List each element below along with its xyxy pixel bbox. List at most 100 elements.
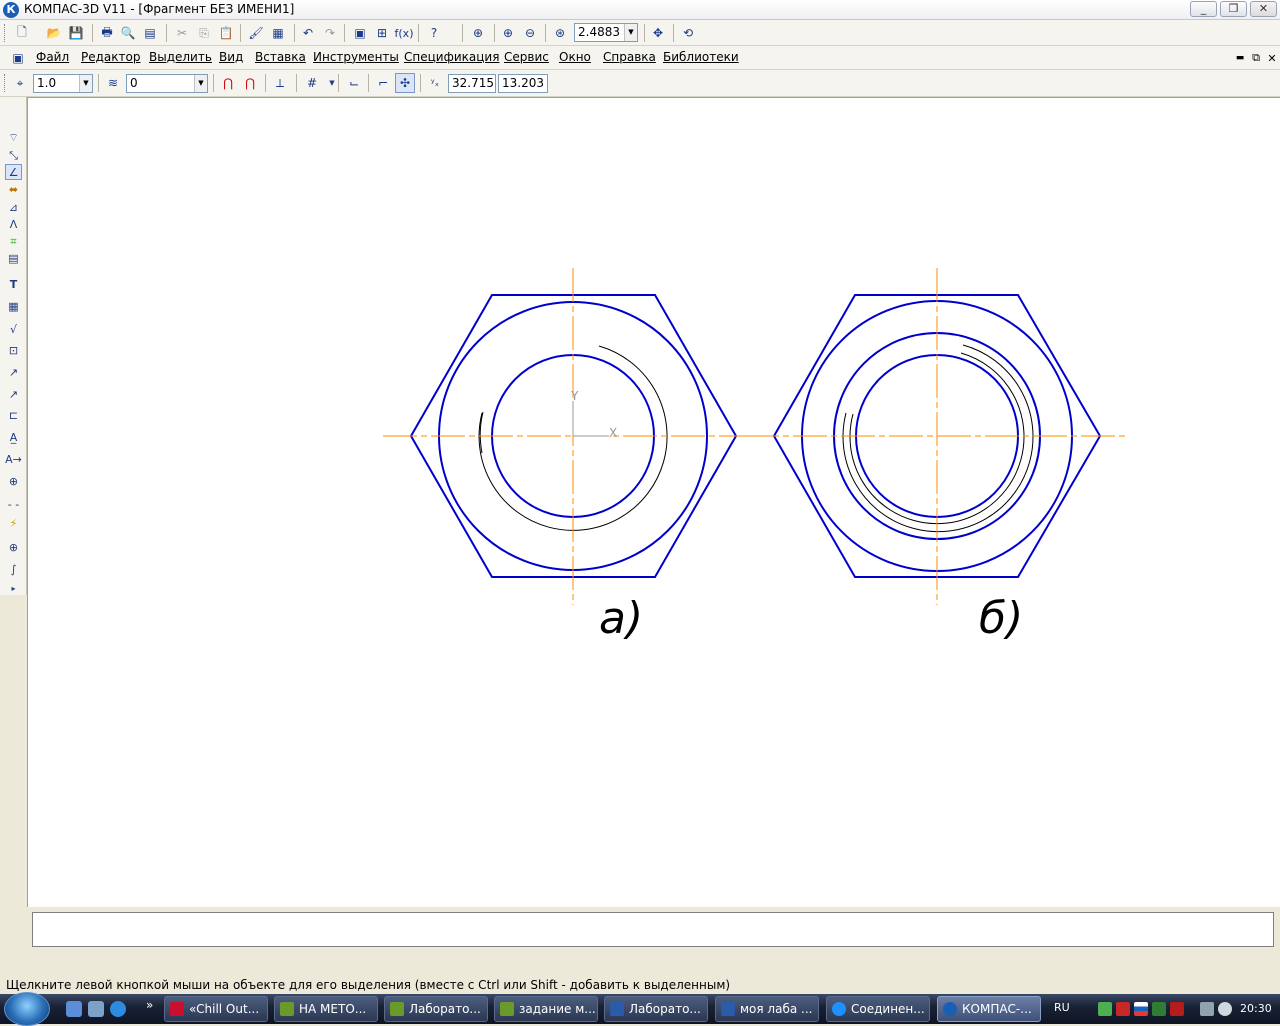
open-folder-icon[interactable]: 📂 <box>44 23 64 43</box>
snap-magnet-icon[interactable]: ⋂ <box>218 73 238 93</box>
layer-combo[interactable]: 0 ▼ <box>126 74 208 93</box>
menu-libraries[interactable]: Библиотеки <box>663 50 739 64</box>
taskbar-item-na-meto[interactable]: НА МЕТО... <box>274 996 378 1022</box>
cursor-y-field[interactable]: 13.203 <box>498 74 548 93</box>
base-icon[interactable]: ⊡ <box>5 343 22 359</box>
zoom-combo[interactable]: 2.4883 ▼ <box>574 23 638 42</box>
internet-explorer-icon[interactable] <box>110 1001 126 1017</box>
menu-tools[interactable]: Инструменты <box>313 50 399 64</box>
taskbar-item-labs-doc[interactable]: Лаборато... <box>604 996 708 1022</box>
view-arrow-icon[interactable]: A→ <box>5 452 22 468</box>
grid-step-icon[interactable]: ⌖ <box>10 73 30 93</box>
new-document-icon[interactable]: 🗋 <box>12 23 32 43</box>
network-status-icon[interactable] <box>1200 1002 1214 1016</box>
maximize-button[interactable]: ❐ <box>1220 1 1247 17</box>
menu-select[interactable]: Выделить <box>149 50 212 64</box>
parametrization-icon[interactable]: ∠ <box>5 164 22 180</box>
start-button[interactable] <box>4 992 50 1026</box>
zoom-out-icon[interactable]: ⊖ <box>520 23 540 43</box>
text-icon[interactable]: T <box>5 277 22 293</box>
print-icon[interactable]: 🖶 <box>97 23 117 43</box>
select-icon[interactable]: ⌗ <box>5 234 22 250</box>
variables-icon[interactable]: f(x) <box>394 23 414 43</box>
taskbar-item-labs-folder[interactable]: Лаборато... <box>384 996 488 1022</box>
language-indicator[interactable]: RU <box>1054 1001 1070 1014</box>
nut-a[interactable] <box>383 268 765 605</box>
toolbar-grip[interactable] <box>4 24 7 42</box>
drawing-canvas[interactable]: X Y а) б) <box>27 97 1280 907</box>
refresh-icon[interactable]: ⟲ <box>678 23 698 43</box>
copy-icon[interactable]: ⎘ <box>194 23 214 43</box>
menu-edit[interactable]: Редактор <box>81 50 140 64</box>
menu-view[interactable]: Вид <box>219 50 243 64</box>
menu-specification[interactable]: Спецификация <box>404 50 499 64</box>
layers-icon[interactable]: ≋ <box>103 73 123 93</box>
taskbar-item-zadanie[interactable]: задание м... <box>494 996 598 1022</box>
kompas-app-icon[interactable]: К <box>3 2 19 18</box>
grid-icon[interactable]: # <box>302 73 322 93</box>
cut-line-icon[interactable]: A̲ <box>5 430 22 446</box>
document-icon[interactable]: ▣ <box>8 48 28 68</box>
manager-icon[interactable]: ▣ <box>350 23 370 43</box>
chevron-down-icon[interactable]: ▼ <box>79 75 92 92</box>
properties-field[interactable] <box>32 912 1274 947</box>
centerline-icon[interactable]: ⊕ <box>5 540 22 556</box>
ortho-mode-icon[interactable]: ⌐ <box>373 73 393 93</box>
nut-b[interactable] <box>745 268 1129 605</box>
menu-help[interactable]: Справка <box>603 50 656 64</box>
taskbar-item-soedinen[interactable]: Соединен... <box>826 996 930 1022</box>
doc-close-button[interactable]: ✕ <box>1262 48 1280 68</box>
step-combo[interactable]: 1.0 ▼ <box>33 74 93 93</box>
quicklaunch-overflow[interactable]: » <box>146 998 153 1012</box>
menu-file[interactable]: Файл <box>36 50 69 64</box>
redo-icon[interactable]: ↷ <box>320 23 340 43</box>
edit-tools-icon[interactable]: ⤡ <box>5 148 22 164</box>
leader-icon[interactable]: ↗ <box>5 365 22 381</box>
zoom-in-icon[interactable]: ⊕ <box>498 23 518 43</box>
minimize-button[interactable]: _ <box>1190 1 1217 17</box>
zoom-window-icon[interactable]: ⊕ <box>468 23 488 43</box>
position-leader-icon[interactable]: ↗ <box>5 387 22 403</box>
center-mark-icon[interactable]: ⊕ <box>5 474 22 490</box>
clock[interactable]: 20:30 <box>1240 1002 1272 1015</box>
russian-flag-icon[interactable] <box>1134 1002 1148 1016</box>
library-icon[interactable]: ⊞ <box>372 23 392 43</box>
chevron-down-icon[interactable]: ▼ <box>322 73 342 93</box>
format-painter-icon[interactable]: 🖌 <box>246 23 266 43</box>
measure-icon[interactable]: Λ <box>5 217 22 233</box>
table-icon[interactable]: ▦ <box>5 299 22 315</box>
antivirus-icon[interactable] <box>1116 1002 1130 1016</box>
cursor-x-field[interactable]: 32.715 <box>448 74 496 93</box>
taskbar-item-kompas[interactable]: КОМПАС-... <box>937 996 1041 1022</box>
help-icon[interactable]: ? <box>424 23 444 43</box>
print-settings-icon[interactable]: ▤ <box>140 23 160 43</box>
close-button[interactable]: ✕ <box>1250 1 1277 17</box>
menu-insert[interactable]: Вставка <box>255 50 306 64</box>
taskbar-item-moya-laba[interactable]: моя лаба ... <box>715 996 819 1022</box>
paste-icon[interactable]: 📋 <box>216 23 236 43</box>
properties-icon[interactable]: ▦ <box>268 23 288 43</box>
roughness-icon[interactable]: √ <box>5 322 22 338</box>
pan-icon[interactable]: ✥ <box>648 23 668 43</box>
chevron-down-icon[interactable]: ▼ <box>624 24 637 41</box>
save-icon[interactable]: 💾 <box>66 23 86 43</box>
chevron-down-icon[interactable]: ▼ <box>194 75 207 92</box>
parametric-icon[interactable]: ✣ <box>395 73 415 93</box>
snap-local-icon[interactable]: ⋂ <box>240 73 260 93</box>
tray-app-icon[interactable] <box>1152 1002 1166 1016</box>
volume-icon[interactable] <box>1218 1002 1232 1016</box>
network-icon[interactable] <box>1098 1002 1112 1016</box>
undo-icon[interactable]: ↶ <box>298 23 318 43</box>
orthogonal-icon[interactable]: ⟂ <box>270 73 290 93</box>
tolerance-icon[interactable]: ⊏ <box>5 408 22 424</box>
drawing-svg[interactable]: X Y а) б) <box>28 98 1280 908</box>
menu-window[interactable]: Окно <box>559 50 591 64</box>
menu-service[interactable]: Сервис <box>504 50 549 64</box>
local-cs-icon[interactable]: ⌙ <box>344 73 364 93</box>
winamp-icon[interactable] <box>1170 1002 1184 1016</box>
cut-icon[interactable]: ✂ <box>172 23 192 43</box>
axis-line-icon[interactable]: - - <box>5 497 22 513</box>
zoom-scale-icon[interactable]: ⊛ <box>550 23 570 43</box>
geometry-icon[interactable]: ⌔ <box>5 130 22 146</box>
switch-windows-icon[interactable] <box>88 1001 104 1017</box>
